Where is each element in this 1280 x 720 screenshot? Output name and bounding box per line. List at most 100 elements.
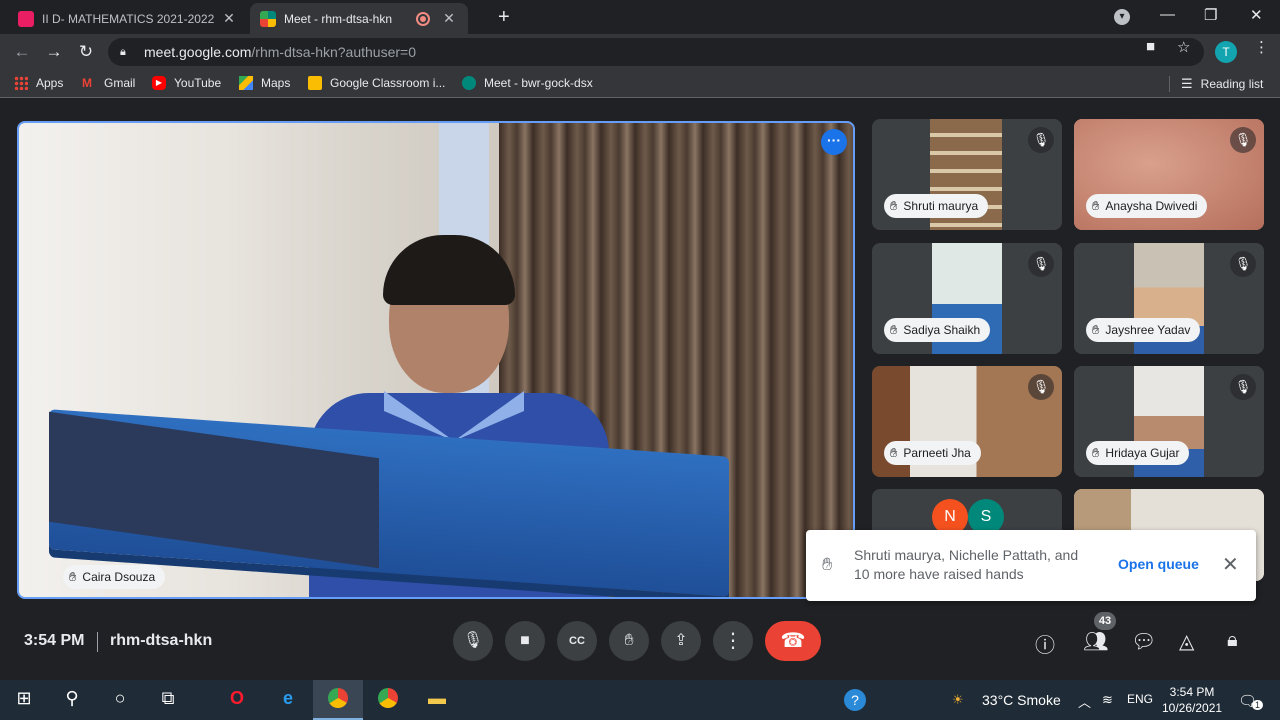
- classroom-icon: [308, 76, 322, 90]
- bookmark-classroom[interactable]: Google Classroom i...: [308, 76, 445, 90]
- wifi-icon[interactable]: ≋: [1102, 692, 1113, 708]
- opera-icon[interactable]: O: [225, 688, 249, 709]
- participant-name: Parneeti Jha: [903, 446, 971, 460]
- bookmark-star-icon[interactable]: ☆: [1177, 38, 1190, 56]
- tab-classroom[interactable]: II D- MATHEMATICS 2021-2022 ✕: [8, 3, 248, 34]
- raise-hand-button[interactable]: ✋︎: [609, 621, 649, 661]
- browser-tab-strip: II D- MATHEMATICS 2021-2022 ✕ Meet - rhm…: [0, 0, 1280, 34]
- internet-explorer-icon[interactable]: e: [276, 688, 300, 709]
- participant-name-chip: ✋︎ Parneeti Jha: [884, 441, 981, 465]
- meeting-clock: 3:54 PM: [24, 632, 85, 649]
- system-clock[interactable]: 3:54 PM 10/26/2021: [1162, 684, 1222, 716]
- end-call-button[interactable]: ☎︎: [765, 621, 821, 661]
- reload-icon[interactable]: ↻: [74, 40, 98, 64]
- raised-hand-icon: ✋︎: [890, 445, 898, 460]
- microphone-button[interactable]: 🎙︎: [453, 621, 493, 661]
- raised-hand-icon: ✋︎: [1092, 198, 1100, 213]
- close-notification-icon[interactable]: ✕: [1222, 552, 1239, 577]
- raised-hand-icon: ✋︎: [890, 198, 898, 213]
- reading-list-button[interactable]: ☰ Reading list: [1181, 76, 1263, 92]
- weather-icon: ☀︎: [952, 692, 964, 707]
- participant-name: Jayshree Yadav: [1105, 323, 1191, 337]
- bookmarks-bar: Apps M Gmail ▶ YouTube Maps Google Class…: [0, 70, 1280, 98]
- participant-tile[interactable]: 🎙︎ ✋︎ Jayshree Yadav: [1074, 243, 1264, 354]
- more-options-button[interactable]: ⋮: [713, 621, 753, 661]
- participant-name: Anaysha Dwivedi: [1105, 199, 1198, 213]
- restore-icon[interactable]: ❐: [1204, 6, 1217, 24]
- recording-indicator-icon: [418, 13, 428, 24]
- camera-in-use-icon[interactable]: ■: [1146, 38, 1155, 55]
- participant-tile[interactable]: 🎙︎ ✋︎ Anaysha Dwivedi: [1074, 119, 1264, 230]
- participant-name-chip: ✋︎ Sadiya Shaikh: [884, 318, 991, 342]
- url-path: /rhm-dtsa-hkn?authuser=0: [251, 44, 416, 60]
- help-icon[interactable]: ?: [844, 689, 866, 711]
- raised-hand-icon: ✋︎: [1092, 322, 1100, 337]
- close-window-icon[interactable]: ✕: [1250, 6, 1263, 24]
- host-controls-icon[interactable]: 🔒︎: [1227, 629, 1238, 652]
- raised-hand-icon: ✋︎: [69, 569, 77, 584]
- meet-icon: [462, 76, 476, 90]
- participant-tile[interactable]: 🎙︎ ✋︎ Shruti maurya: [872, 119, 1062, 230]
- tab-meet[interactable]: Meet - rhm-dtsa-hkn ✕: [250, 3, 468, 34]
- close-tab-icon[interactable]: ✕: [440, 10, 458, 27]
- participants-icon[interactable]: 👥︎: [1083, 629, 1108, 654]
- divider: [97, 632, 98, 652]
- profile-avatar[interactable]: T: [1215, 41, 1237, 63]
- task-view-icon[interactable]: ⧉: [156, 688, 180, 709]
- captions-button[interactable]: CC: [557, 621, 597, 661]
- bookmark-label: Apps: [36, 76, 64, 90]
- chrome-icon[interactable]: [376, 688, 400, 713]
- bookmark-youtube[interactable]: ▶ YouTube: [152, 76, 221, 90]
- mic-off-icon: 🎙︎: [1230, 374, 1256, 400]
- reading-list-label: Reading list: [1200, 77, 1264, 91]
- main-speaker-tile[interactable]: ··· ✋︎ Caira Dsouza: [17, 121, 855, 599]
- raised-hand-icon: ✋︎: [890, 322, 898, 337]
- mic-off-icon: 🎙︎: [1028, 374, 1054, 400]
- participant-name: Hridaya Gujar: [1105, 446, 1180, 460]
- new-tab-button[interactable]: +: [498, 6, 510, 29]
- participant-tile[interactable]: 🎙︎ ✋︎ Hridaya Gujar: [1074, 366, 1264, 477]
- participant-tile[interactable]: 🎙︎ ✋︎ Sadiya Shaikh: [872, 243, 1062, 354]
- bookmarks-divider: [1169, 76, 1170, 92]
- meeting-details-icon[interactable]: ⓘ: [1035, 629, 1055, 658]
- search-icon[interactable]: ⚲: [60, 688, 84, 709]
- open-queue-button[interactable]: Open queue: [1118, 556, 1199, 572]
- classroom-favicon-icon: [18, 10, 34, 27]
- more-options-icon[interactable]: ···: [821, 129, 847, 155]
- tab-search-icon[interactable]: ▾: [1114, 9, 1130, 25]
- system-time: 3:54 PM: [1169, 685, 1215, 699]
- windows-start-icon[interactable]: ⊞: [12, 688, 36, 709]
- weather-text[interactable]: 33°C Smoke: [982, 692, 1061, 708]
- chat-icon[interactable]: 💬︎: [1131, 629, 1156, 654]
- file-explorer-icon[interactable]: ▬: [425, 688, 449, 709]
- back-icon[interactable]: ←: [10, 40, 34, 64]
- participant-name-chip: ✋︎ Jayshree Yadav: [1086, 318, 1201, 342]
- gmail-icon: M: [82, 76, 92, 90]
- bookmark-apps[interactable]: Apps: [14, 76, 63, 90]
- show-hidden-icons-icon[interactable]: ︿: [1078, 692, 1091, 711]
- apps-grid-icon: [14, 76, 28, 90]
- chrome-profile-icon[interactable]: [326, 688, 350, 713]
- minimize-icon[interactable]: —: [1160, 6, 1175, 23]
- camera-button[interactable]: ■: [505, 621, 545, 661]
- tab-title: Meet - rhm-dtsa-hkn: [284, 11, 393, 26]
- bookmark-label: YouTube: [174, 76, 222, 90]
- cortana-icon[interactable]: ○: [108, 688, 132, 709]
- present-screen-button[interactable]: ⇪: [661, 621, 701, 661]
- bookmark-meet[interactable]: Meet - bwr-gock-dsx: [462, 76, 593, 90]
- bookmark-maps[interactable]: Maps: [239, 76, 290, 90]
- participant-name: Sadiya Shaikh: [903, 323, 981, 337]
- maps-icon: [239, 76, 253, 90]
- close-tab-icon[interactable]: ✕: [220, 10, 238, 27]
- forward-icon[interactable]: →: [42, 40, 66, 64]
- chrome-menu-icon[interactable]: ⋮: [1254, 38, 1269, 56]
- participant-tile[interactable]: 🎙︎ ✋︎ Parneeti Jha: [872, 366, 1062, 477]
- participant-name: Caira Dsouza: [82, 570, 156, 584]
- raised-hands-message: Shruti maurya, Nichelle Pattath, and 10 …: [854, 547, 1079, 582]
- lock-icon: 🔒︎: [120, 46, 126, 58]
- mic-off-icon: 🎙︎: [1230, 251, 1256, 277]
- address-bar[interactable]: 🔒︎ meet.google.com/rhm-dtsa-hkn?authuser…: [108, 38, 1204, 66]
- language-indicator[interactable]: ENG: [1127, 692, 1153, 706]
- bookmark-gmail[interactable]: M Gmail: [82, 76, 135, 90]
- activities-icon[interactable]: ◬: [1179, 629, 1194, 654]
